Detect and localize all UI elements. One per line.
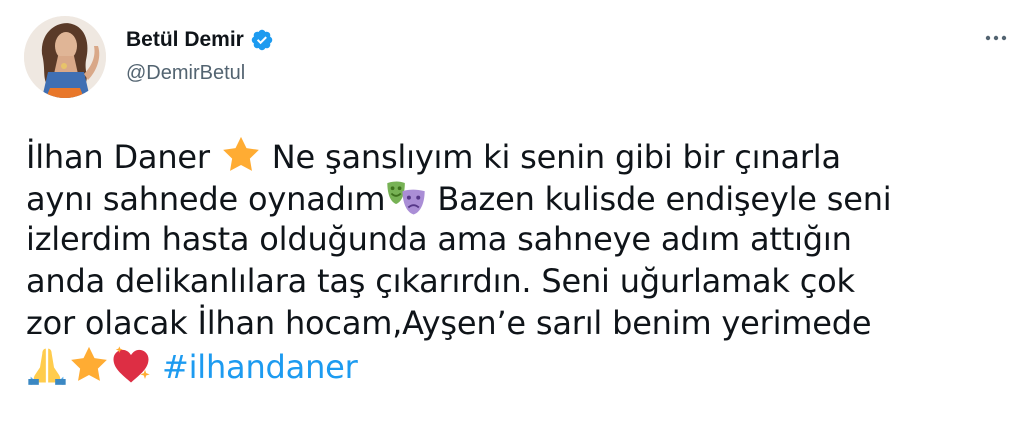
folded-hands-emoji	[26, 344, 68, 386]
sparkling-heart-emoji	[110, 344, 152, 386]
profile-photo	[24, 16, 106, 98]
tweet-line: aynı sahnede oynadım Bazen kulisde endiş…	[26, 176, 1016, 218]
performing-arts-emoji	[385, 176, 427, 218]
tweet-text-segment: Bazen kulisde endişeyle seni	[427, 180, 892, 218]
tweet-line: anda delikanlılara taş çıkarırdın. Seni …	[26, 262, 855, 300]
tweet-card: Betül Demir @DemirBetul İlhan Daner Ne ş…	[0, 0, 1033, 431]
author-avatar[interactable]	[24, 16, 106, 98]
tweet-line: İlhan Daner Ne şanslıyım ki senin gibi b…	[26, 134, 1016, 176]
tweet-line: zor olacak İlhan hocam,Ayşen’e sarıl ben…	[26, 304, 872, 342]
author-handle[interactable]: @DemirBetul	[126, 62, 274, 85]
author-name-row: Betül Demir	[126, 26, 274, 54]
tweet-line: #ilhandaner	[26, 344, 1016, 386]
tweet-line: izlerdim hasta olduğunda ama sahneye adı…	[26, 220, 852, 258]
tweet-text-segment: aynı sahnede oynadım	[26, 180, 386, 218]
more-options-button[interactable]	[976, 22, 1016, 54]
star-emoji	[68, 344, 110, 386]
author-display-name[interactable]: Betül Demir	[126, 28, 244, 52]
tweet-text-segment: Ne şanslıyım ki senin gibi bir çınarla	[261, 138, 841, 176]
tweet-text-segment: İlhan Daner	[26, 138, 220, 176]
author-info: Betül Demir @DemirBetul	[126, 26, 274, 85]
more-horizontal-icon	[985, 35, 1007, 41]
verified-badge-icon	[250, 28, 274, 52]
tweet-text: İlhan Daner Ne şanslıyım ki senin gibi b…	[26, 134, 1016, 386]
star-emoji	[220, 134, 262, 176]
hashtag-link[interactable]: #ilhandaner	[162, 348, 358, 386]
